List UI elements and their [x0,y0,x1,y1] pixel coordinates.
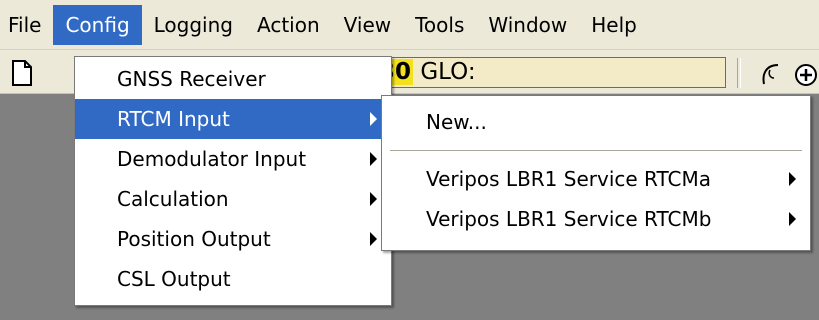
menu-tools[interactable]: Tools [403,5,476,45]
menu-config[interactable]: Config [53,4,142,45]
menu-action[interactable]: Action [245,5,332,45]
submenu-arrow-icon [789,172,796,186]
menu-item-label: GNSS Receiver [117,67,266,91]
menu-item-label: Position Output [117,227,271,251]
menu-item-veripos-rtcmb[interactable]: Veripos LBR1 Service RTCMb [382,199,810,239]
menu-logging[interactable]: Logging [142,5,245,45]
submenu-arrow-icon [370,112,377,126]
menu-window[interactable]: Window [476,5,579,45]
menu-item-gnss-receiver[interactable]: GNSS Receiver [75,59,391,99]
menu-view[interactable]: View [332,5,403,45]
menu-item-demodulator-input[interactable]: Demodulator Input [75,139,391,179]
menu-item-label: New... [426,110,487,134]
menu-item-position-output[interactable]: Position Output [75,219,391,259]
config-menu: GNSS Receiver RTCM Input Demodulator Inp… [74,56,392,306]
menu-item-label: Veripos LBR1 Service RTCMb [426,207,712,231]
submenu-arrow-icon [370,232,377,246]
menu-item-rtcm-input[interactable]: RTCM Input [75,99,391,139]
menu-item-label: RTCM Input [117,107,230,131]
menu-separator [390,150,802,151]
menu-item-label: Veripos LBR1 Service RTCMa [426,167,711,191]
submenu-arrow-icon [370,192,377,206]
menu-item-label: CSL Output [117,267,231,291]
menu-file[interactable]: File [0,5,53,45]
menu-bar: File Config Logging Action View Tools Wi… [0,0,819,50]
menu-item-new[interactable]: New... [382,102,810,142]
menu-item-label: Demodulator Input [117,147,307,171]
menu-item-calculation[interactable]: Calculation [75,179,391,219]
menu-item-veripos-rtcma[interactable]: Veripos LBR1 Service RTCMa [382,159,810,199]
add-circle-icon[interactable] [793,62,819,88]
submenu-arrow-icon [370,152,377,166]
cursor-icon[interactable] [758,62,784,86]
menu-help[interactable]: Help [579,5,649,45]
submenu-arrow-icon [789,212,796,226]
toolbar-separator [737,58,741,88]
status-field-label: GLO: [420,59,476,85]
new-document-icon[interactable] [11,60,33,86]
status-field: 30 GLO: [376,57,726,88]
rtcm-input-submenu: New... Veripos LBR1 Service RTCMa Veripo… [381,95,811,251]
menu-item-label: Calculation [117,187,229,211]
menu-item-csl-output[interactable]: CSL Output [75,259,391,299]
